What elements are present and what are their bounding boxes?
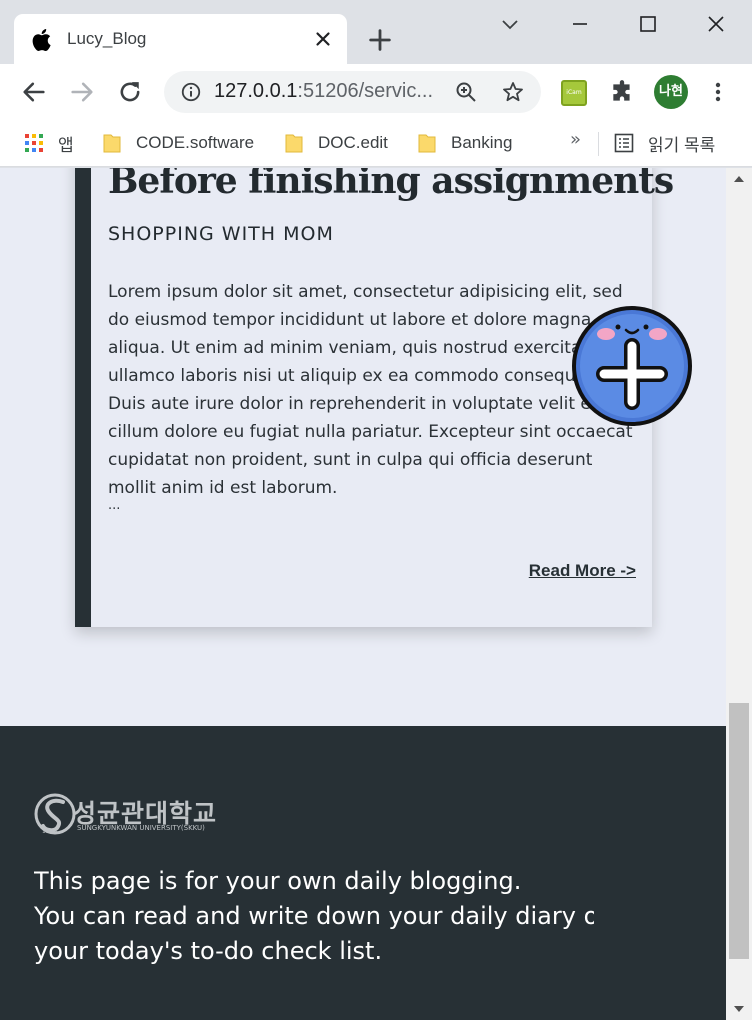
folder-icon — [418, 134, 436, 153]
reading-list-button[interactable]: 읽기 목록 — [614, 128, 715, 158]
footer-line: This page is for your own daily blogging… — [34, 867, 522, 895]
blush-left-icon — [597, 328, 615, 340]
skku-english-name: SUNGKYUNKWAN UNIVERSITY(SKKU) — [77, 824, 205, 832]
page-footer: 1398 성균관대학교 SUNGKYUNKWAN UNIVERSITY(SKKU… — [0, 726, 726, 1020]
blush-right-icon — [649, 328, 667, 340]
forward-arrow-icon[interactable] — [68, 78, 96, 106]
page-scrollbar[interactable] — [726, 168, 752, 1020]
browser-toolbar: 127.0.0.1:51206/servic... iCam 나현 — [0, 64, 752, 120]
reload-icon[interactable] — [116, 78, 144, 106]
skku-seal-year: 1398 — [42, 828, 57, 835]
bookmark-label: DOC.edit — [318, 133, 388, 152]
reading-list-icon — [614, 133, 634, 153]
window-close-icon[interactable] — [704, 12, 728, 36]
site-info-icon[interactable] — [180, 81, 202, 103]
bookmarks-bar: 앱 CODE.software DOC.edit Banking » 읽기 목록 — [0, 120, 752, 167]
bookmark-label: 앱 — [58, 135, 74, 155]
reading-list-label: 읽기 목록 — [648, 135, 716, 155]
add-post-button[interactable] — [570, 304, 694, 428]
post-body: Lorem ipsum dolor sit amet, consectetur … — [108, 282, 633, 498]
address-bar[interactable]: 127.0.0.1:51206/servic... — [164, 71, 541, 113]
post-subtitle: SHOPPING WITH MOM — [108, 223, 334, 245]
blog-post-card: Before finishing assignments SHOPPING WI… — [75, 168, 674, 627]
post-title: Before finishing assignments — [108, 168, 674, 202]
url-rest: :51206/servic... — [297, 80, 434, 102]
bookmark-star-icon[interactable] — [501, 80, 525, 104]
card-accent-bar — [75, 168, 91, 627]
skku-logo: 1398 성균관대학교 SUNGKYUNKWAN UNIVERSITY(SKKU… — [33, 792, 243, 838]
tab-lucy-blog[interactable]: Lucy_Blog — [14, 14, 347, 64]
icam-extension-icon[interactable]: iCam — [561, 80, 587, 106]
apps-grid-icon — [25, 134, 43, 152]
puzzle-icon[interactable] — [609, 79, 635, 105]
tab-title: Lucy_Blog — [67, 29, 147, 48]
bookmark-label: Banking — [451, 133, 513, 152]
bookmark-apps[interactable]: 앱 — [24, 128, 74, 158]
bookmark-label: CODE.software — [136, 133, 255, 152]
minimize-icon[interactable] — [568, 12, 592, 36]
back-arrow-icon[interactable] — [20, 78, 48, 106]
scroll-thumb[interactable] — [729, 703, 749, 959]
page-viewport: Before finishing assignments SHOPPING WI… — [0, 168, 726, 1020]
more-menu-icon[interactable] — [706, 80, 730, 104]
browser-window: Lucy_Blog 127.0.0.1:51206/servic... iCam… — [0, 0, 752, 1020]
scroll-down-arrow-icon[interactable] — [734, 1006, 744, 1012]
zoom-icon[interactable] — [454, 80, 478, 104]
read-more-link[interactable]: Read More -> — [529, 561, 636, 581]
url-host: 127.0.0.1 — [214, 80, 298, 102]
apple-logo-icon — [32, 28, 51, 51]
post-ellipsis: ... — [108, 498, 121, 513]
new-tab-plus-icon[interactable] — [366, 26, 394, 54]
tab-strip: Lucy_Blog — [0, 0, 752, 64]
folder-icon — [285, 134, 303, 153]
folder-icon — [103, 134, 121, 153]
bookmark-code-software[interactable]: CODE.software — [102, 128, 254, 158]
bookmarks-overflow-button[interactable]: » — [570, 129, 581, 150]
profile-avatar[interactable]: 나현 — [654, 75, 688, 109]
bookmark-doc-edit[interactable]: DOC.edit — [284, 128, 388, 158]
bookmark-banking[interactable]: Banking — [417, 128, 512, 158]
close-icon[interactable] — [312, 28, 334, 50]
skku-seal-icon: 1398 — [34, 793, 76, 835]
tab-search-chevron-icon[interactable] — [498, 12, 522, 36]
footer-line: your today's to-do check list. — [34, 937, 383, 965]
url-text[interactable]: 127.0.0.1:51206/servic... — [214, 80, 433, 103]
footer-line: You can read and write down your daily d… — [34, 902, 594, 930]
bookmarks-divider — [598, 132, 599, 156]
maximize-icon[interactable] — [636, 12, 660, 36]
scroll-up-arrow-icon[interactable] — [734, 176, 744, 182]
footer-description: This page is for your own daily blogging… — [34, 864, 594, 969]
